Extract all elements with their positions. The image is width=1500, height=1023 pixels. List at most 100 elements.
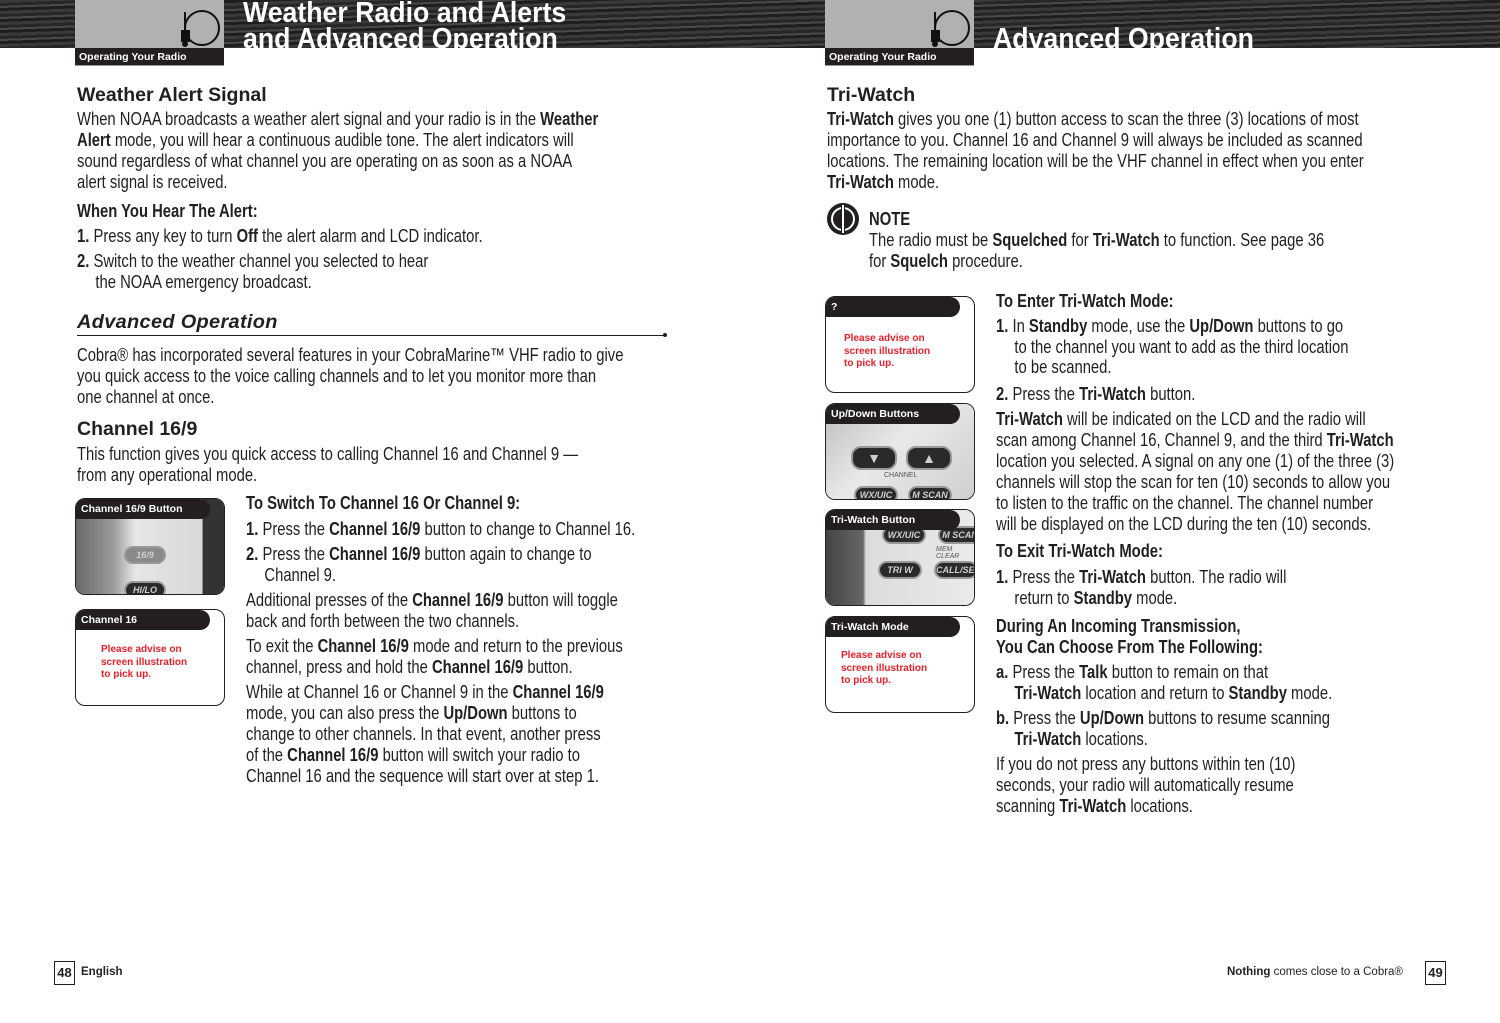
photo-caption: CHANNEL [884,472,918,479]
bold-text: Standby [1028,315,1088,336]
page-number: 48 [54,961,75,985]
step: 1. Press the Tri-Watch button. The radio… [996,566,1286,608]
text: button. The radio will [1145,566,1287,587]
step: b. Press the Up/Down buttons to resume s… [996,707,1330,749]
text: Press the [258,543,330,564]
footer-language: English [81,966,123,978]
text-line: Tri-Watch gives you one (1) button acces… [827,108,1364,129]
paragraph: Additional presses of the Channel 16/9 b… [246,589,618,631]
text: button to change to Channel 16. [420,518,636,539]
step: 1. Press the Channel 16/9 button to chan… [246,518,635,539]
section-box [75,0,224,48]
text-line: alert signal is received. [77,171,598,192]
text: for [1067,229,1093,250]
text-line: a. Press the Talk button to remain on th… [996,661,1332,682]
text-line: Tri-Watch locations. [996,728,1330,749]
figure-label: Tri-Watch Mode [826,617,960,637]
bold-text: Tri-Watch [996,408,1063,429]
section-heading: Channel 16/9 [77,418,198,440]
bold-text: Channel 16/9 [329,518,421,539]
text: channel, press and hold the [246,656,432,677]
text: Channel 9. [264,564,336,585]
bold-text: Channel 16/9 [329,543,421,564]
header-band [0,0,1500,48]
text: location and return to [1081,682,1229,703]
bold-text: Tri-Watch [1059,795,1127,816]
text: importance to you. Channel 16 and Channe… [827,129,1363,150]
text: from any operational mode. [77,464,258,485]
tagline-bold: Nothing [1227,966,1271,978]
text-line: 2. Press the Tri-Watch button. [996,383,1195,404]
text: Press the [1008,661,1080,682]
text: to be scanned. [1014,356,1112,377]
note-line: screen illustration [841,662,928,674]
text: location you selected. A signal on any o… [996,450,1395,471]
text-line: change to other channels. In that event,… [246,723,604,744]
text-line: locations. The remaining location will b… [827,150,1364,171]
radio-icon [181,10,220,47]
text: Channel 16 and the sequence will start o… [246,765,599,786]
note-line: screen illustration [844,345,931,357]
text-line: Additional presses of the Channel 16/9 b… [246,589,618,610]
bold-text: Channel 16/9 [317,635,409,656]
text-line: Channel 9. [246,564,592,585]
placeholder-note: Please advise on screen illustration to … [101,644,187,682]
subheading: To Exit Tri-Watch Mode: [996,540,1163,561]
photo-button-label: 16/9 [124,546,166,564]
bold-text: 2. [77,250,90,271]
text-line: Alert mode, you will hear a continuous a… [77,129,598,150]
text-line: Cobra® has incorporated several features… [77,344,623,365]
bold-text: Channel 16/9 [412,589,504,610]
photo-button-label: CALL/SET [934,561,974,579]
text-line: 1. Press the Tri-Watch button. The radio… [996,566,1286,587]
text: return to [1014,587,1074,608]
text: you quick access to the voice calling ch… [77,365,597,386]
section-tab: Operating Your Radio [825,48,974,66]
text-line: 1. Press any key to turn Off the alert a… [77,225,483,246]
page-number: 49 [1425,961,1446,985]
note-line: to pick up. [844,358,894,369]
text: locations. The remaining location will b… [827,150,1364,171]
divider [77,333,667,337]
step: 1. Press any key to turn Off the alert a… [77,225,483,246]
bold-text: Standby [1073,587,1133,608]
bold-text: 1. [996,315,1009,336]
text: button. [1145,383,1196,404]
photo-button-label: TRI W [878,561,922,579]
text: buttons to go [1253,315,1344,336]
text-line: You Can Choose From The Following: [996,636,1263,657]
step: 2. Press the Tri-Watch button. [996,383,1195,404]
weather-body: When NOAA broadcasts a weather alert sig… [77,108,598,192]
text-line: When NOAA broadcasts a weather alert sig… [77,108,598,129]
text: one channel at once. [77,386,215,407]
text: If you do not press any buttons within t… [996,753,1296,774]
page-title: Weather Radio and Alerts and Advanced Op… [243,0,566,54]
text: mode, use the [1087,315,1190,336]
bold-text: Standby [1228,682,1287,703]
text: will be displayed on the LCD during the … [996,513,1372,534]
text: mode. [893,171,940,192]
photo-button-label: M SCAN [908,486,952,499]
bold-text: a. [996,661,1009,682]
bold-text: Tri-Watch [1014,728,1082,749]
step: 2. Switch to the weather channel you sel… [77,250,428,292]
text-line: 1. In Standby mode, use the Up/Down butt… [996,315,1348,337]
bold-text: b. [996,707,1010,728]
text-line: If you do not press any buttons within t… [996,753,1295,774]
down-arrow-icon: ▼ [851,446,897,470]
text: mode and return to the previous [408,635,623,656]
text-line: Channel 16 and the sequence will start o… [246,765,604,786]
text-line: While at Channel 16 or Channel 9 in the … [246,681,604,702]
text: seconds, your radio will automatically r… [996,774,1294,795]
section-heading: Advanced Operation [77,312,278,333]
bold-text: Tri-Watch [1079,383,1146,404]
text: to the channel you want to add as the th… [1014,335,1349,357]
figure-label: Channel 16 [76,610,210,630]
bold-text: Squelched [992,229,1068,250]
note-label: NOTE [869,208,911,229]
step: 2. Press the Channel 16/9 button again t… [246,543,592,585]
text: mode. [1286,682,1333,703]
text: Additional presses of the [246,589,413,610]
text-line: b. Press the Up/Down buttons to resume s… [996,707,1330,728]
text: button will toggle [503,589,618,610]
